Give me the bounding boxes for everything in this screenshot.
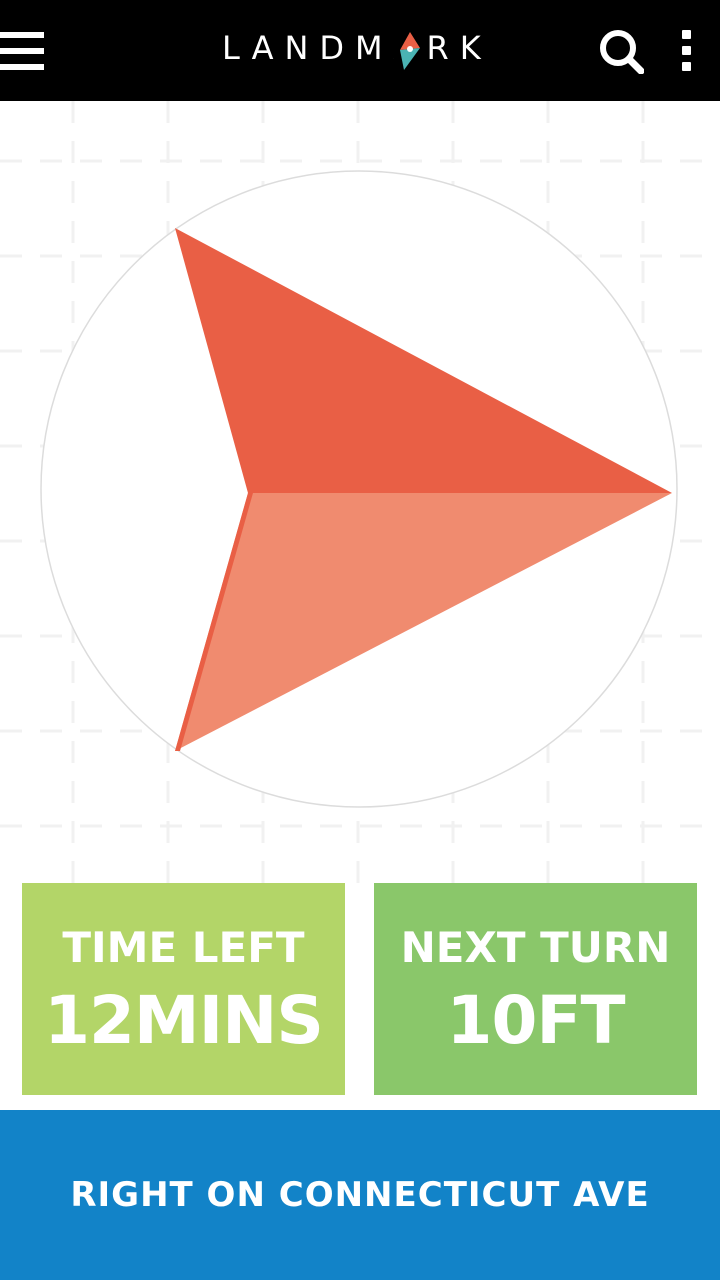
- instruction-text: RIGHT ON CONNECTICUT AVE: [70, 1175, 650, 1215]
- landmark-logo[interactable]: LANDMARK: [222, 24, 498, 74]
- time-left-card: TIME LEFT 12MINS: [22, 883, 345, 1095]
- instruction-banner: RIGHT ON CONNECTICUT AVE: [0, 1110, 720, 1280]
- app-header: LANDMARK: [0, 0, 720, 101]
- search-icon[interactable]: [598, 28, 645, 75]
- hamburger-menu-icon[interactable]: [0, 32, 44, 70]
- next-turn-label: NEXT TURN: [400, 923, 671, 972]
- next-turn-card: NEXT TURN 10FT: [374, 883, 697, 1095]
- compass-needle-icon: [394, 30, 426, 70]
- next-turn-value: 10FT: [446, 982, 626, 1059]
- more-vertical-icon[interactable]: [678, 30, 696, 72]
- navigation-compass: [40, 170, 678, 808]
- time-left-value: 12MINS: [44, 982, 324, 1059]
- time-left-label: TIME LEFT: [62, 923, 305, 972]
